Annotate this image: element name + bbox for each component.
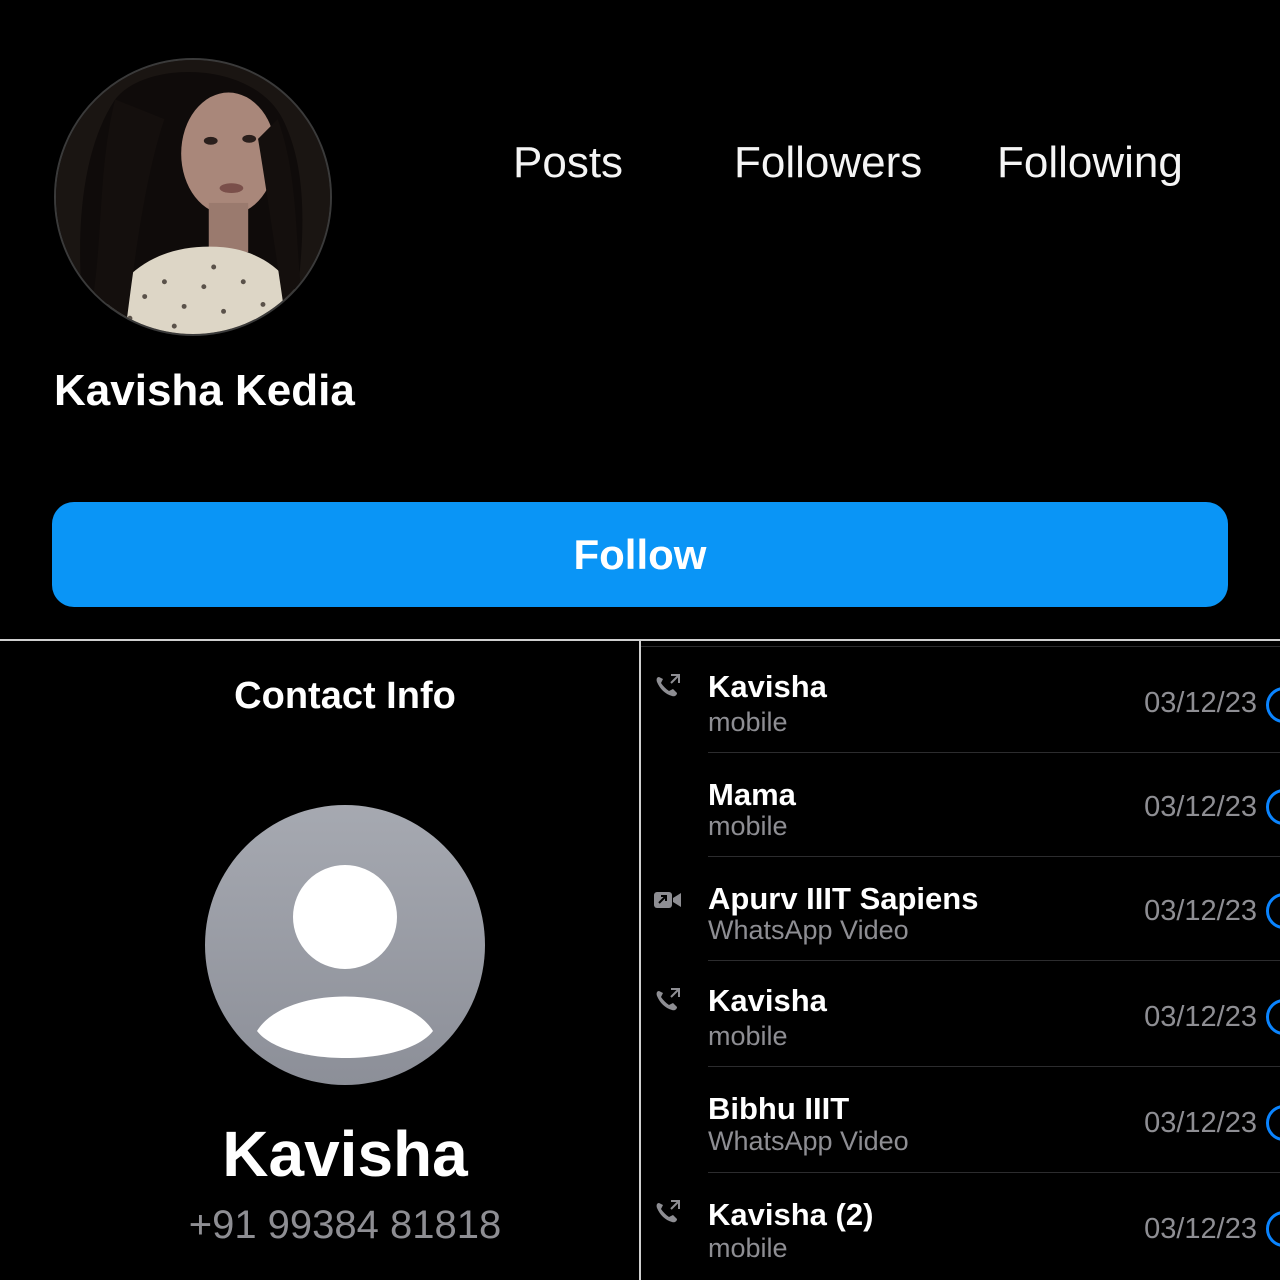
call-contact-name: Mama	[708, 777, 796, 812]
info-button[interactable]	[1266, 687, 1280, 723]
call-type: WhatsApp Video	[708, 1126, 909, 1156]
call-type: mobile	[708, 1021, 788, 1051]
outgoing-call-icon	[653, 1199, 683, 1225]
contact-phone-number[interactable]: +91 99384 81818	[0, 1203, 690, 1248]
call-row[interactable]: Kavisha mobile 03/12/23	[641, 647, 1280, 753]
call-contact-name: Kavisha	[708, 983, 827, 1018]
call-row[interactable]: Mama mobile 03/12/23	[641, 753, 1280, 857]
call-row[interactable]: Bibhu IIIT WhatsApp Video 03/12/23	[641, 1067, 1280, 1173]
profile-photo-illustration	[56, 60, 330, 334]
contact-name: Kavisha	[222, 1118, 468, 1190]
call-date: 03/12/23	[1144, 687, 1257, 719]
profile-avatar[interactable]	[54, 58, 332, 336]
outgoing-call-icon	[653, 987, 683, 1013]
follow-button[interactable]: Follow	[52, 502, 1228, 607]
info-button[interactable]	[1266, 893, 1280, 929]
posts-label[interactable]: Posts	[513, 138, 623, 188]
call-contact-name: Apurv IIIT Sapiens	[708, 881, 979, 916]
call-type: mobile	[708, 707, 788, 737]
outgoing-video-icon	[653, 887, 683, 913]
call-row[interactable]: Apurv IIIT Sapiens WhatsApp Video 03/12/…	[641, 857, 1280, 961]
call-type: mobile	[708, 811, 788, 841]
call-date: 03/12/23	[1144, 1001, 1257, 1033]
recent-calls-list: Kavisha mobile 03/12/23 Mama mobile 03/1…	[641, 641, 1280, 1280]
call-date: 03/12/23	[1144, 1107, 1257, 1139]
call-contact-name: Kavisha	[708, 669, 827, 704]
following-label[interactable]: Following	[997, 138, 1183, 188]
followers-label[interactable]: Followers	[734, 138, 922, 188]
info-button[interactable]	[1266, 999, 1280, 1035]
contact-info-panel: Contact Info Kavisha +91 99384 81818	[0, 641, 639, 1280]
outgoing-call-icon	[653, 673, 683, 699]
call-date: 03/12/23	[1144, 895, 1257, 927]
info-button[interactable]	[1266, 789, 1280, 825]
person-silhouette-icon	[257, 865, 433, 1058]
profile-header: Posts Followers Following Kavisha Kedia …	[0, 0, 1280, 640]
call-date: 03/12/23	[1144, 1213, 1257, 1245]
info-button[interactable]	[1266, 1211, 1280, 1247]
profile-name: Kavisha Kedia	[54, 366, 355, 415]
call-contact-name: Bibhu IIIT	[708, 1091, 850, 1126]
info-button[interactable]	[1266, 1105, 1280, 1141]
contact-placeholder-avatar	[205, 805, 485, 1085]
call-type: mobile	[708, 1233, 788, 1263]
call-row[interactable]: Kavisha (2) mobile 03/12/23	[641, 1173, 1280, 1280]
contact-info-title: Contact Info	[234, 675, 456, 717]
call-type: WhatsApp Video	[708, 915, 909, 945]
call-contact-name: Kavisha (2)	[708, 1197, 874, 1232]
call-date: 03/12/23	[1144, 791, 1257, 823]
call-row[interactable]: Kavisha mobile 03/12/23	[641, 961, 1280, 1067]
